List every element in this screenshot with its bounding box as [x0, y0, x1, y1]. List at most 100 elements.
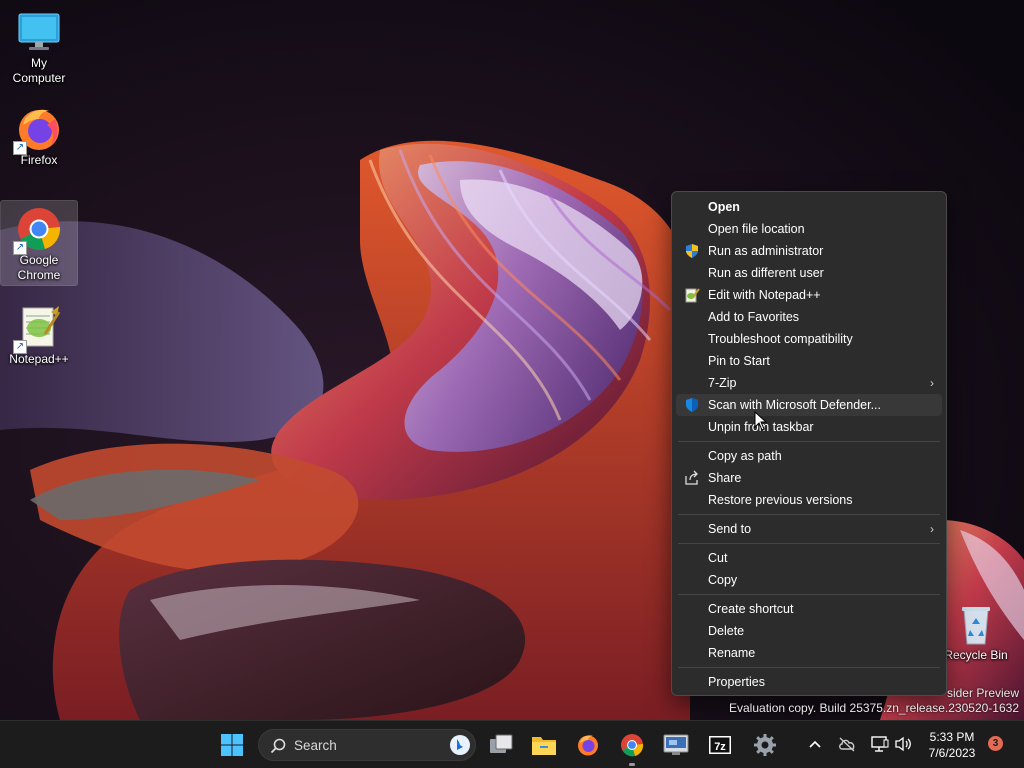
cloud-offline-icon — [839, 737, 855, 752]
menu-item-run-as-administrator[interactable]: Run as administrator — [676, 240, 942, 262]
clock-time: 5:33 PM — [929, 730, 975, 744]
remote-desktop-button[interactable] — [660, 729, 692, 761]
mouse-cursor-icon — [754, 411, 768, 431]
share-icon — [684, 470, 700, 486]
menu-separator — [678, 594, 940, 595]
menu-item-share[interactable]: Share — [676, 467, 942, 489]
volume-button[interactable] — [893, 734, 913, 754]
7zip-button[interactable]: 7z — [704, 729, 736, 761]
menu-item-add-to-favorites[interactable]: Add to Favorites — [676, 306, 942, 328]
menu-item-label: Pin to Start — [708, 354, 770, 368]
chevron-up-icon — [809, 740, 821, 748]
menu-item-label: Open file location — [708, 222, 805, 236]
desktop-icon-notepad-plus-plus[interactable]: ↗ Notepad++ — [1, 300, 77, 370]
context-menu: Open Open file location Run as administr… — [671, 191, 947, 696]
menu-item-send-to[interactable]: Send to › — [676, 518, 942, 540]
menu-separator — [678, 514, 940, 515]
menu-item-label: Run as different user — [708, 266, 824, 280]
menu-item-label: Edit with Notepad++ — [708, 288, 821, 302]
menu-item-create-shortcut[interactable]: Create shortcut — [676, 598, 942, 620]
7zip-icon: 7z — [709, 736, 731, 754]
menu-item-edit-with-notepad-plus-plus[interactable]: Edit with Notepad++ — [676, 284, 942, 306]
menu-separator — [678, 667, 940, 668]
menu-item-copy[interactable]: Copy — [676, 569, 942, 591]
menu-item-label: Copy — [708, 573, 738, 587]
menu-item-scan-with-microsoft-defender[interactable]: Scan with Microsoft Defender... — [676, 394, 942, 416]
task-view-button[interactable] — [485, 729, 517, 761]
menu-item-open[interactable]: Open — [676, 196, 942, 218]
menu-item-label: Restore previous versions — [708, 493, 853, 507]
search-icon — [270, 738, 286, 754]
firefox-icon — [578, 735, 598, 756]
search-placeholder: Search — [294, 738, 337, 753]
firefox-taskbar-button[interactable] — [572, 729, 604, 761]
taskbar-clock[interactable]: 5:33 PM 7/6/2023 — [920, 729, 984, 761]
menu-item-label: 7-Zip — [708, 376, 737, 390]
watermark-line-1: sider Preview — [946, 686, 1019, 700]
menu-item-label: Send to — [708, 522, 752, 536]
menu-item-label: Cut — [708, 551, 728, 565]
start-button[interactable] — [216, 729, 248, 761]
desktop-icon-label: Notepad++ — [9, 352, 69, 366]
bing-icon — [450, 735, 470, 755]
evaluation-watermark: sider Preview Evaluation copy. Build 253… — [729, 686, 1019, 716]
network-icon — [871, 736, 889, 752]
desktop-icon-my-computer[interactable]: My Computer — [1, 4, 77, 89]
onedrive-status-button[interactable] — [837, 734, 857, 754]
recycle-bin-icon — [952, 600, 1000, 648]
notification-badge[interactable]: 3 — [988, 736, 1003, 751]
menu-separator — [678, 441, 940, 442]
remote-desktop-icon — [663, 734, 689, 755]
taskbar-search-box[interactable]: Search — [258, 729, 476, 761]
chevron-right-icon: › — [930, 376, 934, 390]
menu-item-open-file-location[interactable]: Open file location — [676, 218, 942, 240]
menu-item-unpin-from-taskbar[interactable]: Unpin from taskbar — [676, 416, 942, 438]
network-button[interactable] — [870, 734, 890, 754]
menu-item-label: Add to Favorites — [708, 310, 800, 324]
file-explorer-icon — [532, 737, 556, 755]
uac-shield-icon — [684, 243, 700, 259]
menu-item-label: Copy as path — [708, 449, 782, 463]
desktop-icon-label: Recycle Bin — [944, 648, 1008, 662]
shortcut-arrow-icon: ↗ — [13, 241, 27, 255]
desktop-icon-label: Google Chrome — [17, 253, 61, 282]
notepad-plus-plus-icon — [684, 287, 700, 303]
clock-date: 7/6/2023 — [928, 746, 976, 760]
menu-item-copy-as-path[interactable]: Copy as path — [676, 445, 942, 467]
desktop-icon-firefox[interactable]: ↗ Firefox — [1, 101, 77, 171]
shortcut-arrow-icon: ↗ — [13, 141, 27, 155]
menu-item-7-zip[interactable]: 7-Zip › — [676, 372, 942, 394]
menu-item-pin-to-start[interactable]: Pin to Start — [676, 350, 942, 372]
watermark-line-2: Evaluation copy. Build 25375.zn_release.… — [729, 701, 1019, 715]
menu-item-label: Troubleshoot compatibility — [708, 332, 853, 346]
chrome-icon: ↗ — [13, 205, 63, 255]
monitor-icon — [15, 8, 63, 56]
chevron-right-icon: › — [930, 522, 934, 536]
firefox-icon: ↗ — [13, 105, 63, 155]
desktop-icon-google-chrome[interactable]: ↗ Google Chrome — [0, 200, 78, 286]
menu-item-restore-previous-versions[interactable]: Restore previous versions — [676, 489, 942, 511]
menu-item-label: Share — [708, 471, 742, 485]
menu-item-label: Open — [708, 200, 740, 214]
defender-shield-icon — [684, 397, 700, 413]
notepad-plus-plus-icon: ↗ — [13, 304, 63, 354]
show-hidden-icons-button[interactable] — [805, 734, 825, 754]
chrome-icon — [621, 734, 644, 757]
file-explorer-button[interactable] — [528, 729, 560, 761]
menu-item-label: Create shortcut — [708, 602, 794, 616]
menu-item-delete[interactable]: Delete — [676, 620, 942, 642]
svg-text:7z: 7z — [714, 741, 726, 753]
settings-button[interactable] — [749, 729, 781, 761]
menu-item-cut[interactable]: Cut — [676, 547, 942, 569]
speaker-icon — [895, 736, 911, 752]
chrome-taskbar-button[interactable] — [616, 729, 648, 766]
taskbar: Search 7z 5:33 PM 7/6/2023 — [0, 720, 1024, 768]
shortcut-arrow-icon: ↗ — [13, 340, 27, 354]
menu-item-rename[interactable]: Rename — [676, 642, 942, 664]
menu-item-run-as-different-user[interactable]: Run as different user — [676, 262, 942, 284]
desktop-icon-recycle-bin[interactable]: Recycle Bin — [938, 596, 1014, 666]
menu-item-troubleshoot-compatibility[interactable]: Troubleshoot compatibility — [676, 328, 942, 350]
menu-item-label: Run as administrator — [708, 244, 824, 258]
menu-item-label: Scan with Microsoft Defender... — [708, 398, 881, 412]
menu-separator — [678, 543, 940, 544]
